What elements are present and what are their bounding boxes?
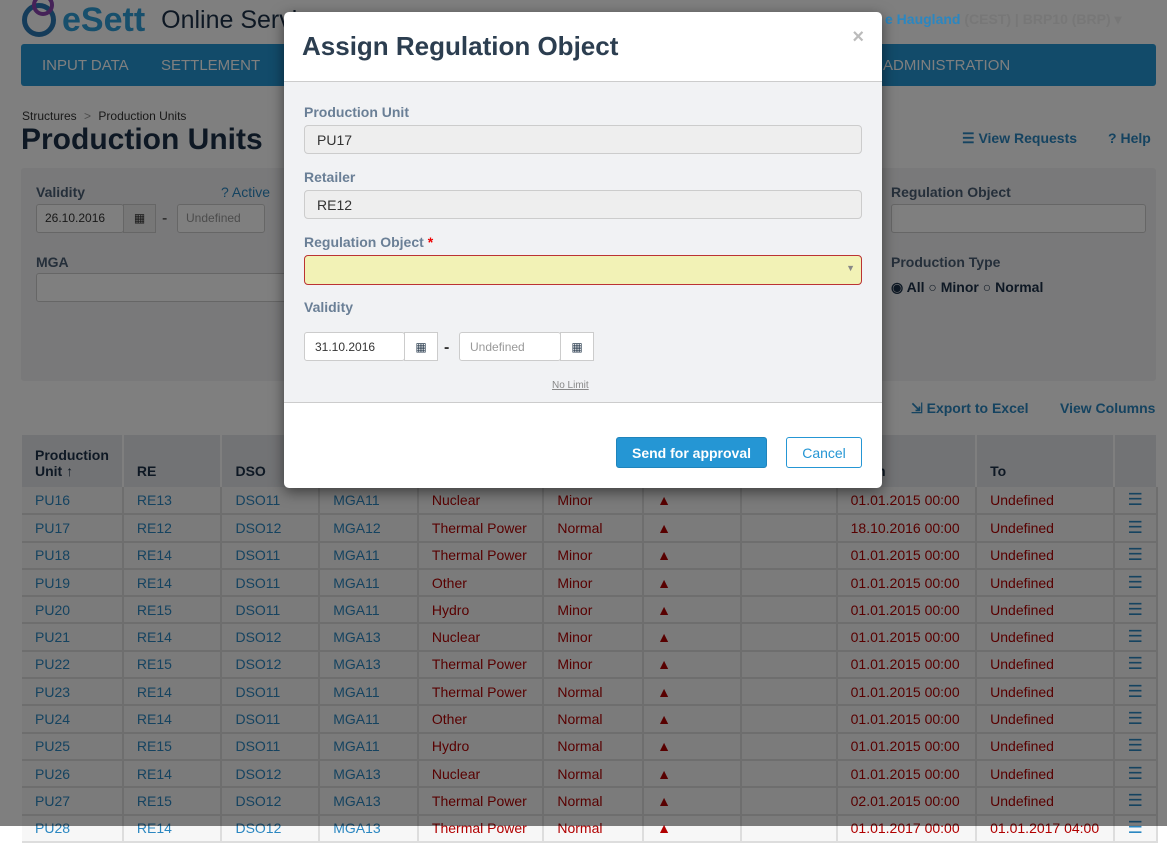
chevron-down-icon: ▼ bbox=[846, 263, 855, 273]
no-limit-link[interactable]: No Limit bbox=[552, 380, 589, 391]
regobj-label: Regulation Object * bbox=[304, 234, 433, 250]
required-marker: * bbox=[427, 234, 434, 250]
date-separator: - bbox=[444, 339, 450, 356]
user-name[interactable]: e Haugland bbox=[885, 11, 960, 27]
pu-field: PU17 bbox=[304, 125, 862, 154]
caret-down-icon[interactable]: ▾ bbox=[1115, 11, 1122, 27]
calendar-icon[interactable]: ▦ bbox=[404, 332, 438, 361]
user-menu[interactable]: e Haugland (CEST) | BRP10 (BRP) ▾ bbox=[885, 11, 1122, 28]
calendar-icon[interactable]: ▦ bbox=[560, 332, 594, 361]
validity-to-input[interactable]: Undefined bbox=[459, 332, 561, 361]
regobj-label-text: Regulation Object bbox=[304, 234, 424, 250]
user-timezone: (CEST) bbox=[964, 11, 1012, 27]
validity-label: Validity bbox=[304, 299, 354, 315]
assign-regulation-object-dialog: Assign Regulation Object × Production Un… bbox=[284, 12, 882, 488]
dialog-title: Assign Regulation Object bbox=[302, 31, 619, 61]
regobj-select[interactable]: ▼ bbox=[304, 255, 862, 285]
validity-from-input[interactable]: 31.10.2016 bbox=[304, 332, 405, 361]
retailer-field: RE12 bbox=[304, 190, 862, 219]
pu-label: Production Unit bbox=[304, 104, 409, 120]
user-role: BRP10 (BRP) bbox=[1022, 11, 1111, 27]
separator: | bbox=[1014, 11, 1019, 27]
close-icon[interactable]: × bbox=[852, 26, 864, 49]
retailer-label: Retailer bbox=[304, 169, 356, 185]
cancel-button[interactable]: Cancel bbox=[786, 437, 862, 468]
send-for-approval-button[interactable]: Send for approval bbox=[616, 437, 767, 468]
